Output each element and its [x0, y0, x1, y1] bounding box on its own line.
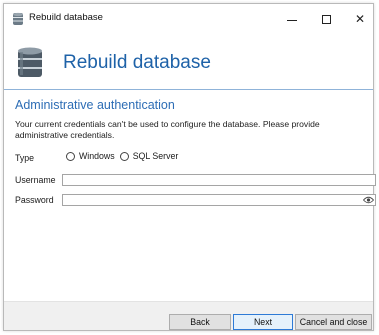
auth-type-radio-group: Windows SQL Server	[66, 151, 183, 161]
eye-icon[interactable]	[363, 196, 374, 204]
database-icon	[13, 12, 23, 25]
minimize-button[interactable]	[275, 4, 309, 34]
window-title: Rebuild database	[29, 12, 103, 23]
radio-windows[interactable]: Windows	[66, 151, 115, 161]
rebuild-database-window: Rebuild database ✕ Rebuild database Admi…	[3, 3, 376, 331]
page-title: Rebuild database	[63, 52, 211, 73]
close-button[interactable]: ✕	[343, 4, 377, 34]
username-label: Username	[15, 175, 56, 185]
radio-sql-server-label: SQL Server	[132, 151, 179, 161]
title-bar[interactable]: Rebuild database ✕	[4, 4, 373, 34]
username-field[interactable]	[62, 174, 376, 186]
type-label: Type	[15, 153, 35, 163]
back-button[interactable]: Back	[169, 314, 231, 330]
maximize-button[interactable]	[309, 4, 343, 34]
footer-bar: Back Next Cancel and close	[4, 302, 373, 330]
section-title: Administrative authentication	[15, 98, 175, 112]
cancel-and-close-button[interactable]: Cancel and close	[295, 314, 372, 330]
section-description: Your current credentials can't be used t…	[15, 119, 320, 140]
radio-circle-icon[interactable]	[119, 151, 129, 161]
password-label: Password	[15, 195, 54, 205]
radio-windows-label: Windows	[79, 151, 115, 161]
radio-circle-icon[interactable]	[66, 151, 75, 161]
close-icon: ✕	[354, 12, 366, 26]
minimize-icon	[287, 19, 297, 21]
next-button[interactable]: Next	[233, 314, 293, 330]
header-divider	[4, 89, 373, 90]
radio-sql-server[interactable]: SQL Server	[119, 151, 179, 161]
password-field[interactable]	[62, 194, 376, 206]
database-icon	[18, 47, 42, 77]
maximize-icon	[321, 14, 331, 24]
